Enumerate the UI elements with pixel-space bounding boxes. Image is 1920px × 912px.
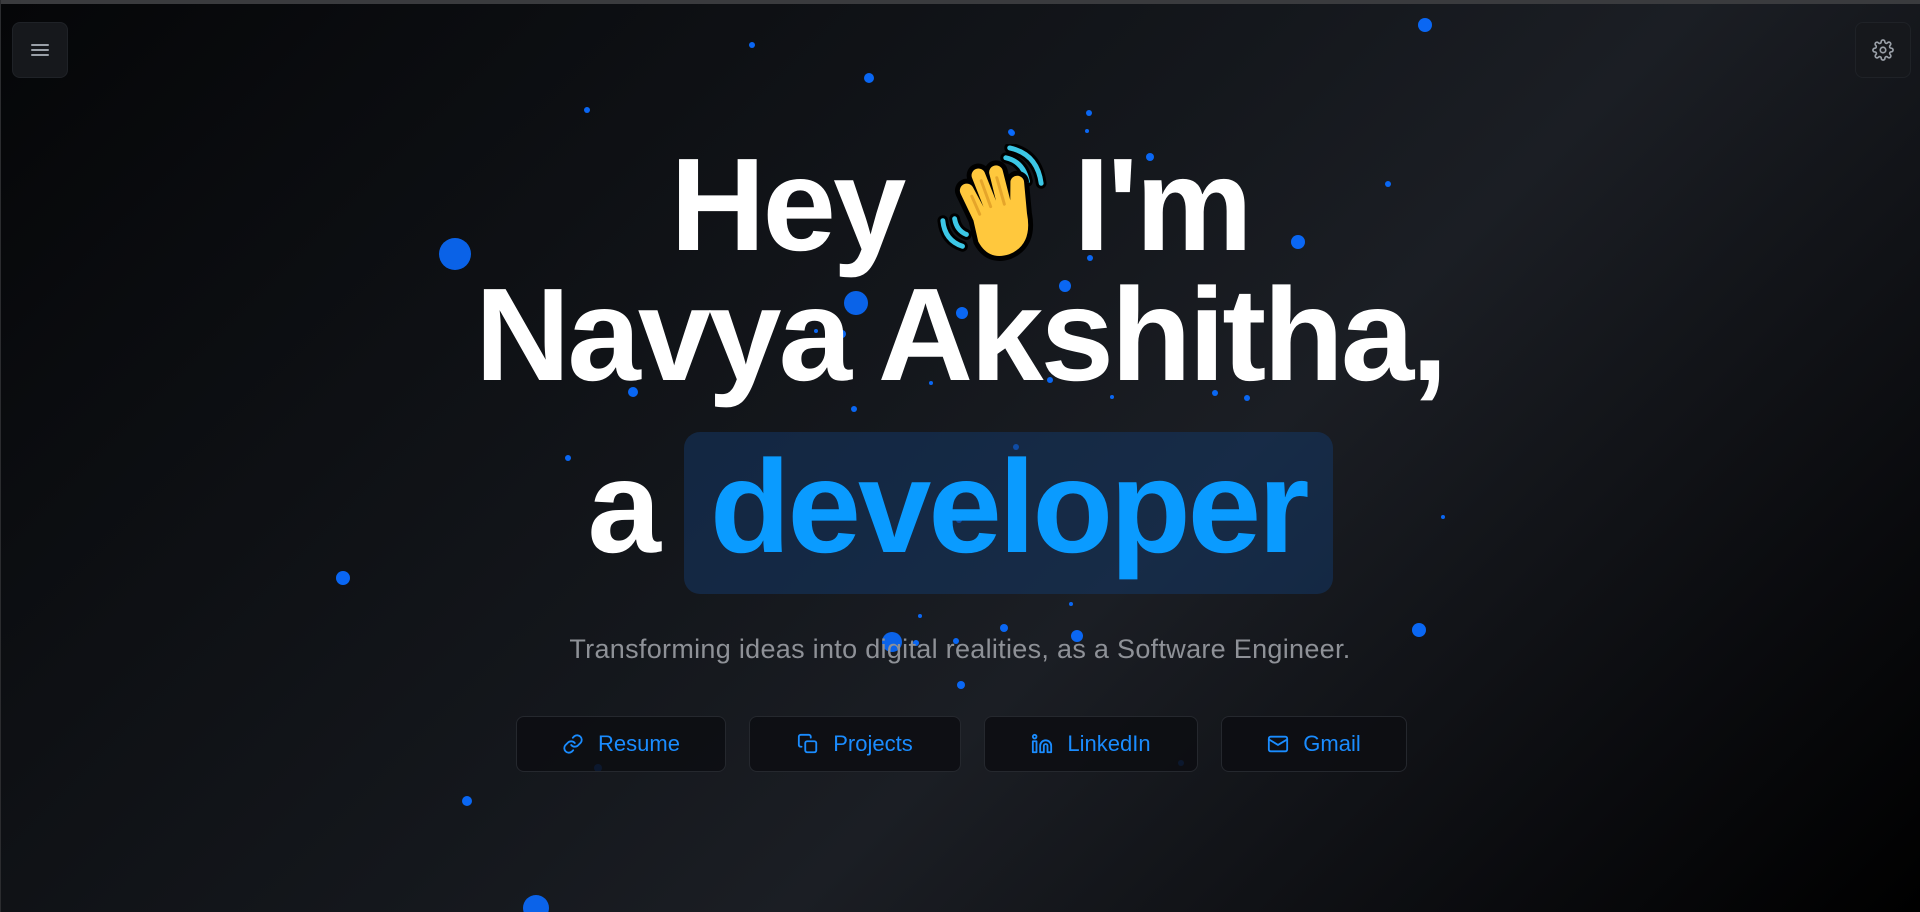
gmail-button[interactable]: Gmail bbox=[1221, 716, 1407, 772]
particle-dot bbox=[864, 73, 874, 83]
greeting-line: Hey I'm bbox=[0, 139, 1920, 271]
particle-dot bbox=[1000, 624, 1008, 632]
link-icon bbox=[562, 733, 584, 755]
mail-icon bbox=[1267, 733, 1289, 755]
particle-dot bbox=[1069, 602, 1073, 606]
resume-button[interactable]: Resume bbox=[516, 716, 726, 772]
settings-button[interactable] bbox=[1855, 22, 1911, 78]
social-links: Resume Projects LinkedIn Gmail bbox=[0, 716, 1920, 772]
hero-heading: Hey I'm Navya Akshitha, a developer bbox=[0, 139, 1920, 594]
projects-label: Projects bbox=[833, 731, 913, 756]
particle-dot bbox=[749, 42, 755, 48]
resume-label: Resume bbox=[598, 731, 680, 756]
gmail-label: Gmail bbox=[1303, 731, 1361, 756]
particle-dot bbox=[584, 107, 590, 113]
particle-dot bbox=[1086, 110, 1092, 116]
linkedin-button[interactable]: LinkedIn bbox=[984, 716, 1198, 772]
waving-hand-icon bbox=[933, 142, 1051, 262]
copy-icon bbox=[797, 733, 819, 755]
article-text: a bbox=[587, 433, 660, 580]
name-text: Navya Akshitha, bbox=[475, 261, 1448, 408]
particle-dot bbox=[1418, 18, 1432, 32]
particle-dot bbox=[523, 895, 549, 912]
particle-dot bbox=[1009, 130, 1015, 136]
particle-dot bbox=[957, 681, 965, 689]
linkedin-icon bbox=[1031, 733, 1053, 755]
hamburger-menu-icon bbox=[31, 44, 49, 56]
role-line: a developer bbox=[0, 432, 1920, 594]
role-highlight: developer bbox=[683, 432, 1333, 594]
projects-button[interactable]: Projects bbox=[749, 716, 961, 772]
gear-icon bbox=[1872, 39, 1894, 61]
linkedin-label: LinkedIn bbox=[1067, 731, 1151, 756]
page: Hey I'm Navya Akshitha, a developer Tran… bbox=[0, 0, 1920, 912]
menu-button[interactable] bbox=[12, 22, 68, 78]
particle-dot bbox=[462, 796, 472, 806]
particle-dot bbox=[918, 614, 922, 618]
greeting-text: Hey bbox=[670, 131, 906, 278]
intro-text: I'm bbox=[1073, 131, 1252, 278]
subtitle: Transforming ideas into digital realitie… bbox=[569, 634, 1351, 664]
